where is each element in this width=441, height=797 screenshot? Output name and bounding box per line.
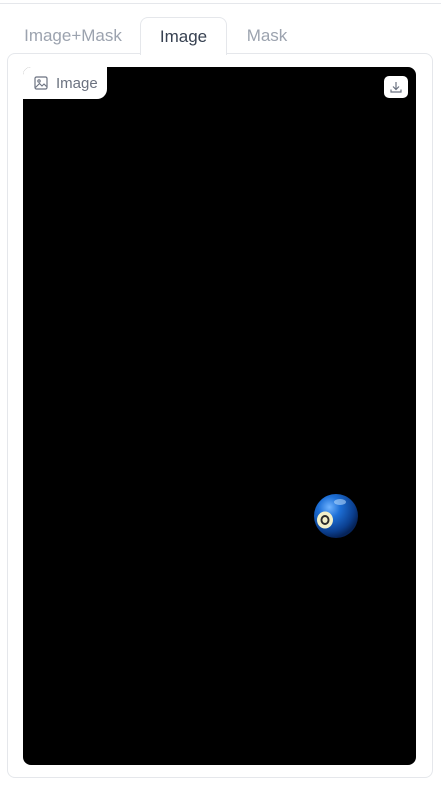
image-label: Image [56, 74, 98, 92]
tab-image[interactable]: Image [140, 17, 227, 55]
tab-image-mask[interactable]: Image+Mask [14, 17, 132, 54]
tab-mask[interactable]: Mask [229, 17, 305, 54]
top-divider [0, 3, 441, 4]
billiard-ball-image [314, 494, 358, 538]
download-button[interactable] [384, 76, 408, 98]
download-icon [390, 82, 402, 93]
image-label-chip: Image [23, 67, 107, 99]
image-icon [34, 76, 48, 90]
image-canvas[interactable] [23, 67, 416, 765]
tab-bar: Image+Mask Image Mask [0, 17, 441, 55]
